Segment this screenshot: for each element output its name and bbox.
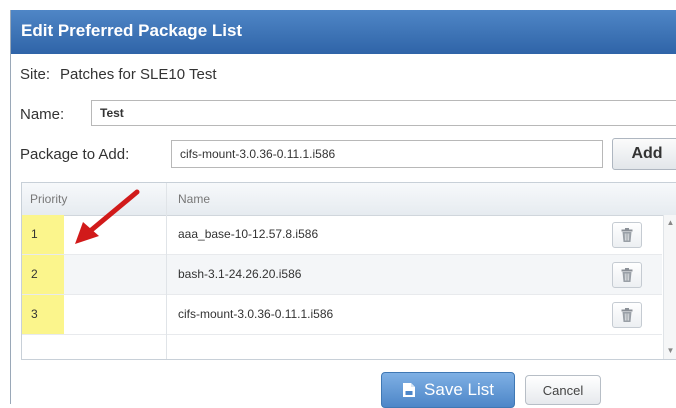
trash-icon [621,268,633,282]
package-name: bash-3.1-24.26.20.i586 [178,267,301,281]
table-row[interactable]: 2 bash-3.1-24.26.20.i586 [22,255,662,295]
priority-cell [22,255,64,294]
edit-preferred-package-list-dialog: Edit Preferred Package List Site: Patches… [10,10,676,404]
delete-button[interactable] [612,302,642,328]
package-to-add-label: Package to Add: [20,146,129,163]
add-button[interactable]: Add [612,138,676,170]
priority-value: 2 [31,267,38,281]
site-value: Patches for SLE10 Test [60,66,216,83]
site-label: Site: [20,66,50,83]
name-input[interactable]: Test [91,100,676,126]
column-separator [166,183,167,360]
cancel-button[interactable]: Cancel [525,375,601,405]
dialog-title: Edit Preferred Package List [11,10,676,54]
package-name: aaa_base-10-12.57.8.i586 [178,227,318,241]
delete-button[interactable] [612,262,642,288]
red-arrow-annotation [71,188,151,248]
name-label: Name: [20,106,64,123]
scroll-up-icon[interactable]: ▲ [665,217,676,229]
site-row: Site: Patches for SLE10 Test [20,66,217,83]
save-list-label: Save List [424,380,494,400]
save-list-button[interactable]: Save List [381,372,515,408]
save-icon [402,382,416,398]
priority-value: 3 [31,307,38,321]
scroll-down-icon[interactable]: ▼ [665,345,676,357]
table-row[interactable]: 3 cifs-mount-3.0.36-0.11.1.i586 [22,295,662,335]
trash-icon [621,228,633,242]
priority-cell [22,295,64,334]
priority-value: 1 [31,227,38,241]
column-header-name[interactable]: Name [178,192,210,206]
package-to-add-input[interactable]: cifs-mount-3.0.36-0.11.1.i586 [171,140,603,168]
package-name: cifs-mount-3.0.36-0.11.1.i586 [178,307,333,321]
trash-icon [621,308,633,322]
delete-button[interactable] [612,222,642,248]
grid-scrollbar[interactable]: ▲ ▼ [663,215,676,359]
priority-cell [22,215,64,254]
empty-row [22,335,662,360]
column-header-priority[interactable]: Priority [30,192,67,206]
